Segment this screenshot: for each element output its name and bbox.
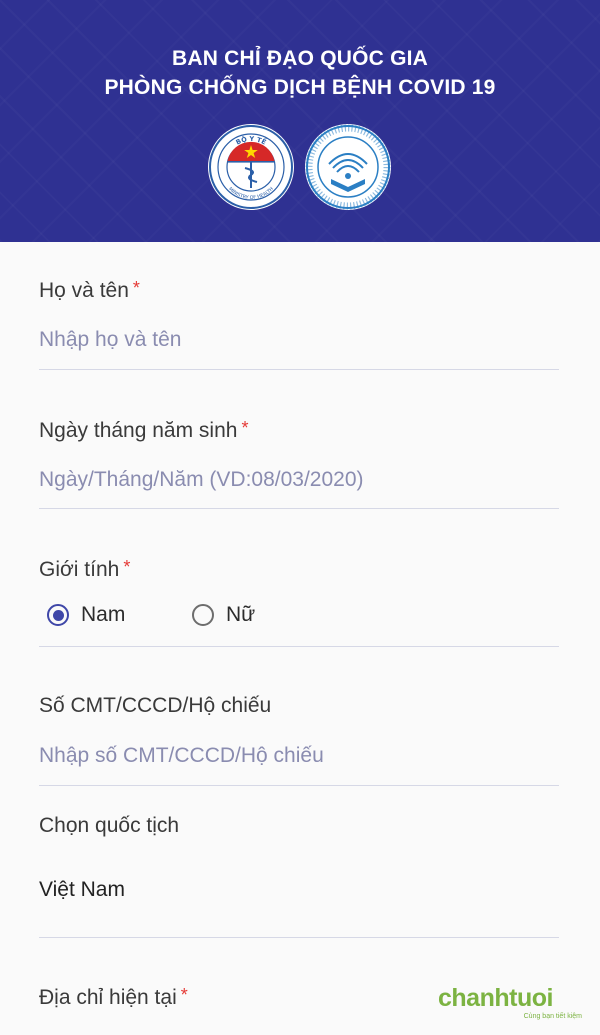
required-asterisk: * <box>241 418 249 438</box>
required-asterisk: * <box>123 557 131 577</box>
divider <box>39 785 559 786</box>
birth-date-label: Ngày tháng năm sinh * <box>39 418 248 443</box>
ministry-of-information-logo <box>305 124 391 210</box>
divider <box>39 646 559 647</box>
watermark-brand: chanhtuoi <box>438 984 553 1012</box>
current-address-label-text: Địa chỉ hiện tại <box>39 986 177 1009</box>
current-address-label: Địa chỉ hiện tại * <box>39 985 188 1010</box>
full-name-label: Họ và tên * <box>39 278 140 303</box>
gender-label-text: Giới tính <box>39 558 120 581</box>
nationality-select[interactable]: Việt Nam <box>39 878 125 902</box>
watermark-tagline: Cùng bạn tiết kiệm <box>523 1013 582 1020</box>
birth-date-input[interactable] <box>39 464 559 496</box>
nationality-label-text: Chọn quốc tịch <box>39 814 180 837</box>
gender-radio-female[interactable]: Nữ <box>192 601 255 629</box>
radio-dot-icon <box>52 609 64 621</box>
gender-radio-male[interactable]: Nam <box>47 601 125 629</box>
gender-radio-female-label: Nữ <box>226 603 256 626</box>
full-name-label-text: Họ và tên <box>39 279 129 302</box>
chanhtuoi-watermark: chanhtuoi Cùng bạn tiết kiệm <box>438 983 588 1028</box>
id-number-input[interactable] <box>39 740 559 772</box>
header-title-line-2: PHÒNG CHỐNG DỊCH BỆNH COVID 19 <box>104 76 496 99</box>
required-asterisk: * <box>132 278 140 298</box>
divider <box>39 508 559 509</box>
radio-checked-icon <box>47 604 69 626</box>
header-title: BAN CHỈ ĐẠO QUỐC GIA PHÒNG CHỐNG DỊCH BỆ… <box>0 44 600 102</box>
nationality-label: Chọn quốc tịch <box>39 814 179 838</box>
divider <box>39 369 559 370</box>
divider <box>39 937 559 938</box>
id-number-label-text: Số CMT/CCCD/Hộ chiếu <box>39 694 272 717</box>
radio-unchecked-icon <box>192 604 214 626</box>
required-asterisk: * <box>180 985 188 1005</box>
app-header: BAN CHỈ ĐẠO QUỐC GIA PHÒNG CHỐNG DỊCH BỆ… <box>0 0 600 242</box>
gender-label: Giới tính * <box>39 557 130 582</box>
header-title-line-1: BAN CHỈ ĐẠO QUỐC GIA <box>172 47 428 70</box>
birth-date-label-text: Ngày tháng năm sinh <box>39 419 238 442</box>
full-name-input[interactable] <box>39 324 559 356</box>
ministry-of-health-logo: BỘ Y TẾ MINISTRY OF HEALTH <box>208 124 294 210</box>
gender-radio-male-label: Nam <box>81 603 126 626</box>
id-number-label: Số CMT/CCCD/Hộ chiếu <box>39 694 271 718</box>
